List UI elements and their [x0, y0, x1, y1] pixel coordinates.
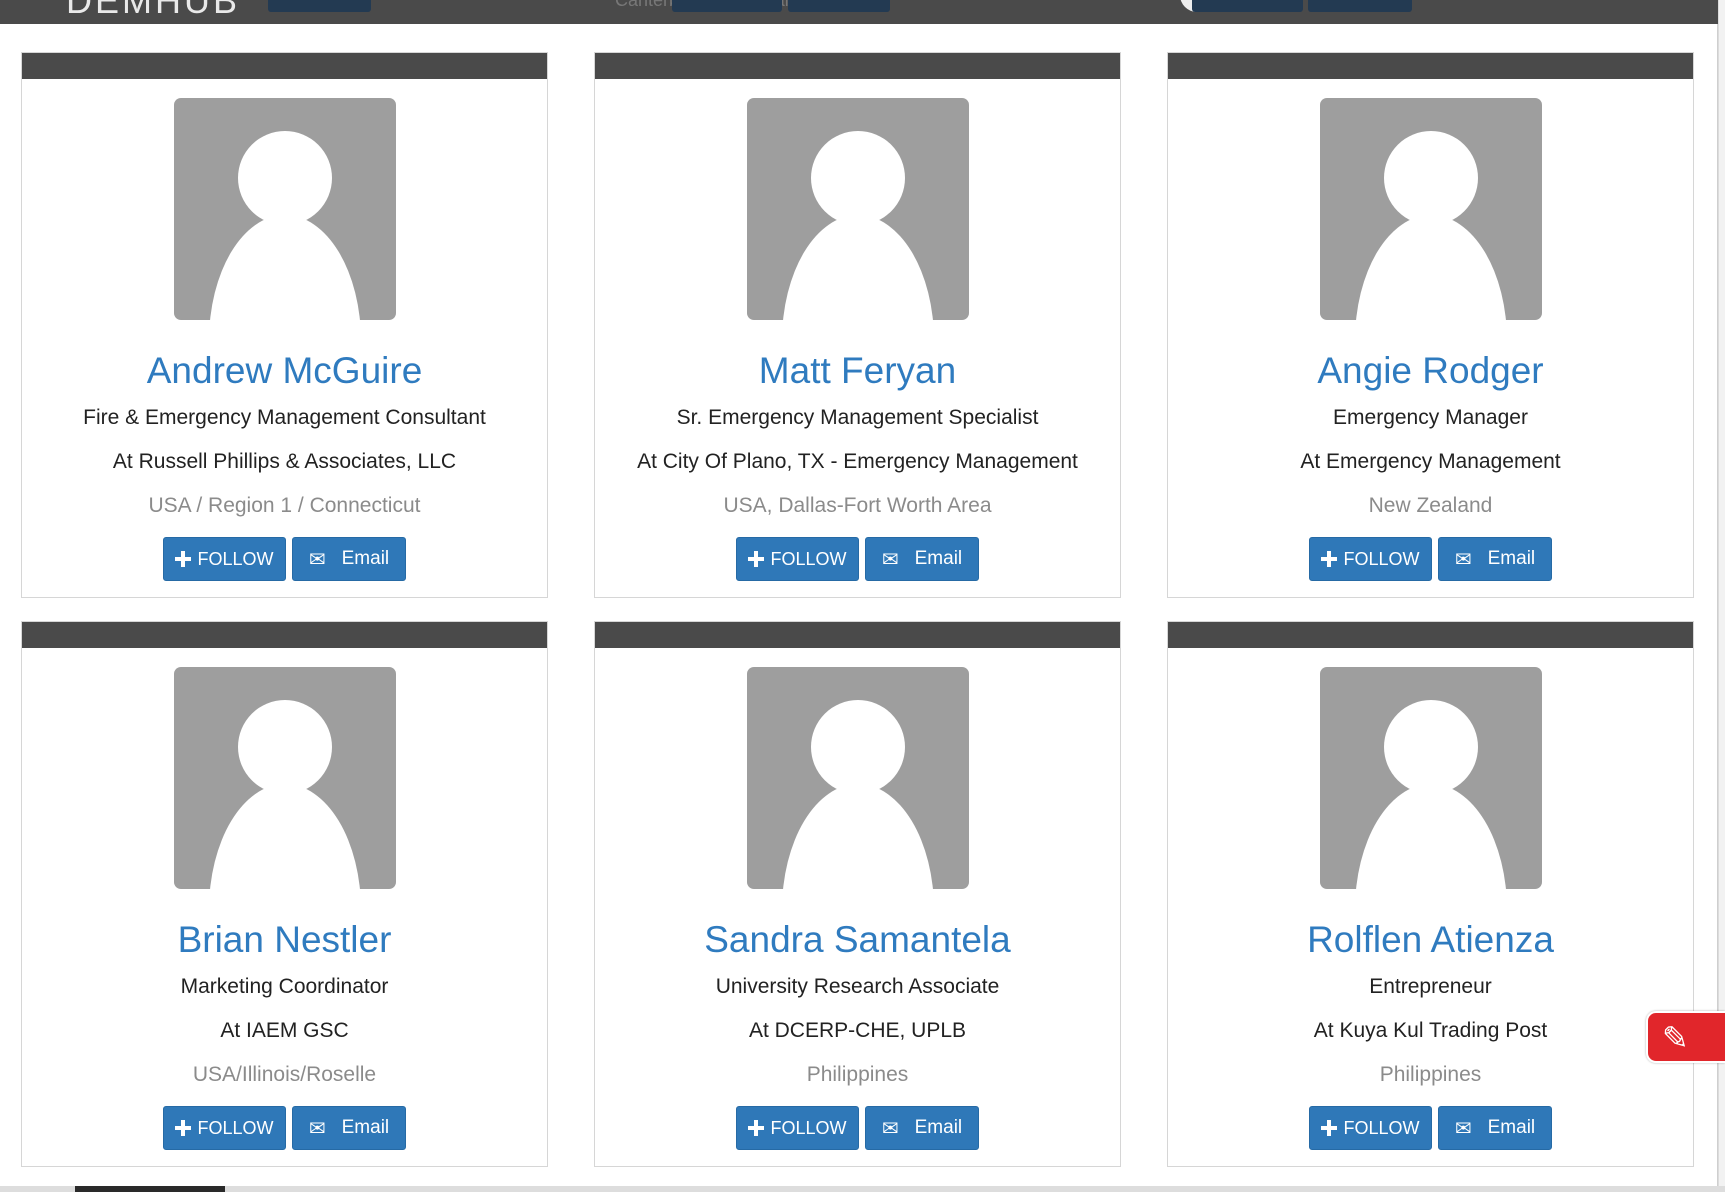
card-header-bar: [595, 53, 1120, 79]
plus-icon: [1321, 551, 1338, 567]
member-name-link[interactable]: Matt Feryan: [595, 349, 1120, 393]
member-job-title: Entrepreneur: [1369, 975, 1492, 998]
follow-label: FOLLOW: [197, 548, 274, 569]
pencil-square-icon: ✎: [1662, 1019, 1689, 1057]
member-name-link[interactable]: Brian Nestler: [22, 918, 547, 962]
follow-button[interactable]: FOLLOW: [163, 1106, 286, 1150]
member-name-link[interactable]: Sandra Samantela: [595, 918, 1120, 962]
member-company: At Emergency Management: [1300, 450, 1561, 473]
card-header-bar: [595, 622, 1120, 648]
member-card: Brian Nestler Marketing Coordinator At I…: [21, 621, 548, 1167]
header-button[interactable]: [788, 0, 890, 12]
card-header-bar: [22, 622, 547, 648]
card-actions: FOLLOW ✉ Email: [595, 1106, 1120, 1150]
background-footer: [0, 1186, 1725, 1192]
email-button[interactable]: ✉ Email: [1438, 537, 1552, 581]
card-actions: FOLLOW ✉ Email: [1168, 537, 1693, 581]
card-header-bar: [1168, 622, 1693, 648]
member-job-title: Marketing Coordinator: [180, 975, 389, 998]
email-label: Email: [341, 1117, 390, 1138]
member-location: USA, Dallas-Fort Worth Area: [723, 494, 992, 517]
member-job-title: Fire & Emergency Management Consultant: [83, 406, 486, 429]
header-button[interactable]: [268, 0, 371, 12]
member-card: Rolflen Atienza Entrepreneur At Kuya Kul…: [1167, 621, 1694, 1167]
card-header-bar: [1168, 53, 1693, 79]
email-button[interactable]: ✉ Email: [292, 537, 406, 581]
follow-label: FOLLOW: [197, 1117, 274, 1138]
card-header-bar: [22, 53, 547, 79]
email-button[interactable]: ✉ Email: [292, 1106, 406, 1150]
envelope-icon: ✉: [881, 547, 899, 571]
member-location: Philippines: [1379, 1063, 1482, 1086]
email-label: Email: [341, 548, 390, 569]
email-label: Email: [1487, 1117, 1536, 1138]
plus-icon: [175, 1120, 192, 1136]
email-button[interactable]: ✉ Email: [865, 1106, 979, 1150]
member-company: At City Of Plano, TX - Emergency Managem…: [637, 450, 1078, 473]
member-job-title: Emergency Manager: [1333, 406, 1528, 429]
follow-button[interactable]: FOLLOW: [736, 1106, 859, 1150]
envelope-icon: ✉: [881, 1116, 899, 1140]
email-label: Email: [914, 548, 963, 569]
member-name-link[interactable]: Angie Rodger: [1168, 349, 1693, 393]
member-location: New Zealand: [1368, 494, 1493, 517]
default-avatar-icon[interactable]: [746, 667, 969, 889]
follow-button[interactable]: FOLLOW: [736, 537, 859, 581]
default-avatar-icon[interactable]: [746, 98, 969, 320]
default-avatar-icon[interactable]: [1319, 98, 1542, 320]
member-company: At Russell Phillips & Associates, LLC: [112, 450, 457, 473]
email-button[interactable]: ✉ Email: [865, 537, 979, 581]
follow-label: FOLLOW: [1343, 1117, 1420, 1138]
card-actions: FOLLOW ✉ Email: [22, 1106, 547, 1150]
follow-label: FOLLOW: [770, 1117, 847, 1138]
site-logo[interactable]: DEMHUB: [66, 0, 240, 22]
member-name-link[interactable]: Andrew McGuire: [22, 349, 547, 393]
member-location: USA/Illinois/Roselle: [192, 1063, 377, 1086]
default-avatar-icon[interactable]: [1319, 667, 1542, 889]
plus-icon: [1321, 1120, 1338, 1136]
member-card-grid: Andrew McGuire Fire & Emergency Manageme…: [21, 52, 1695, 1167]
follow-button[interactable]: FOLLOW: [1309, 537, 1432, 581]
default-avatar-icon[interactable]: [173, 667, 396, 889]
header-button[interactable]: [1308, 0, 1412, 12]
card-actions: FOLLOW ✉ Email: [595, 537, 1120, 581]
header-button[interactable]: [1192, 0, 1303, 12]
card-actions: FOLLOW ✉ Email: [1168, 1106, 1693, 1150]
member-company: At Kuya Kul Trading Post: [1313, 1019, 1548, 1042]
plus-icon: [175, 551, 192, 567]
email-label: Email: [914, 1117, 963, 1138]
envelope-icon: ✉: [308, 547, 326, 571]
member-card: Andrew McGuire Fire & Emergency Manageme…: [21, 52, 548, 598]
email-button[interactable]: ✉ Email: [1438, 1106, 1552, 1150]
envelope-icon: ✉: [1454, 1116, 1472, 1140]
card-actions: FOLLOW ✉ Email: [22, 537, 547, 581]
follow-button[interactable]: FOLLOW: [163, 537, 286, 581]
plus-icon: [748, 551, 765, 567]
member-company: At IAEM GSC: [220, 1019, 349, 1042]
default-avatar-icon[interactable]: [173, 98, 396, 320]
members-modal: DEMHUB Canterbury, New Zealand Andrew Mc…: [0, 0, 1718, 1188]
plus-icon: [748, 1120, 765, 1136]
envelope-icon: ✉: [1454, 547, 1472, 571]
footer-block: [75, 1186, 225, 1192]
feedback-edit-button[interactable]: ✎: [1646, 1011, 1725, 1063]
member-card: Angie Rodger Emergency Manager At Emerge…: [1167, 52, 1694, 598]
member-name-link[interactable]: Rolflen Atienza: [1168, 918, 1693, 962]
follow-label: FOLLOW: [770, 548, 847, 569]
member-company: At DCERP-CHE, UPLB: [748, 1019, 967, 1042]
member-card: Sandra Samantela University Research Ass…: [594, 621, 1121, 1167]
follow-button[interactable]: FOLLOW: [1309, 1106, 1432, 1150]
modal-top-bar: DEMHUB Canterbury, New Zealand: [0, 0, 1718, 24]
email-label: Email: [1487, 548, 1536, 569]
envelope-icon: ✉: [308, 1116, 326, 1140]
member-location: USA / Region 1 / Connecticut: [148, 494, 421, 517]
follow-label: FOLLOW: [1343, 548, 1420, 569]
member-card: Matt Feryan Sr. Emergency Management Spe…: [594, 52, 1121, 598]
member-job-title: University Research Associate: [715, 975, 1000, 998]
member-job-title: Sr. Emergency Management Specialist: [676, 406, 1039, 429]
member-location: Philippines: [806, 1063, 909, 1086]
header-button[interactable]: [672, 0, 782, 12]
